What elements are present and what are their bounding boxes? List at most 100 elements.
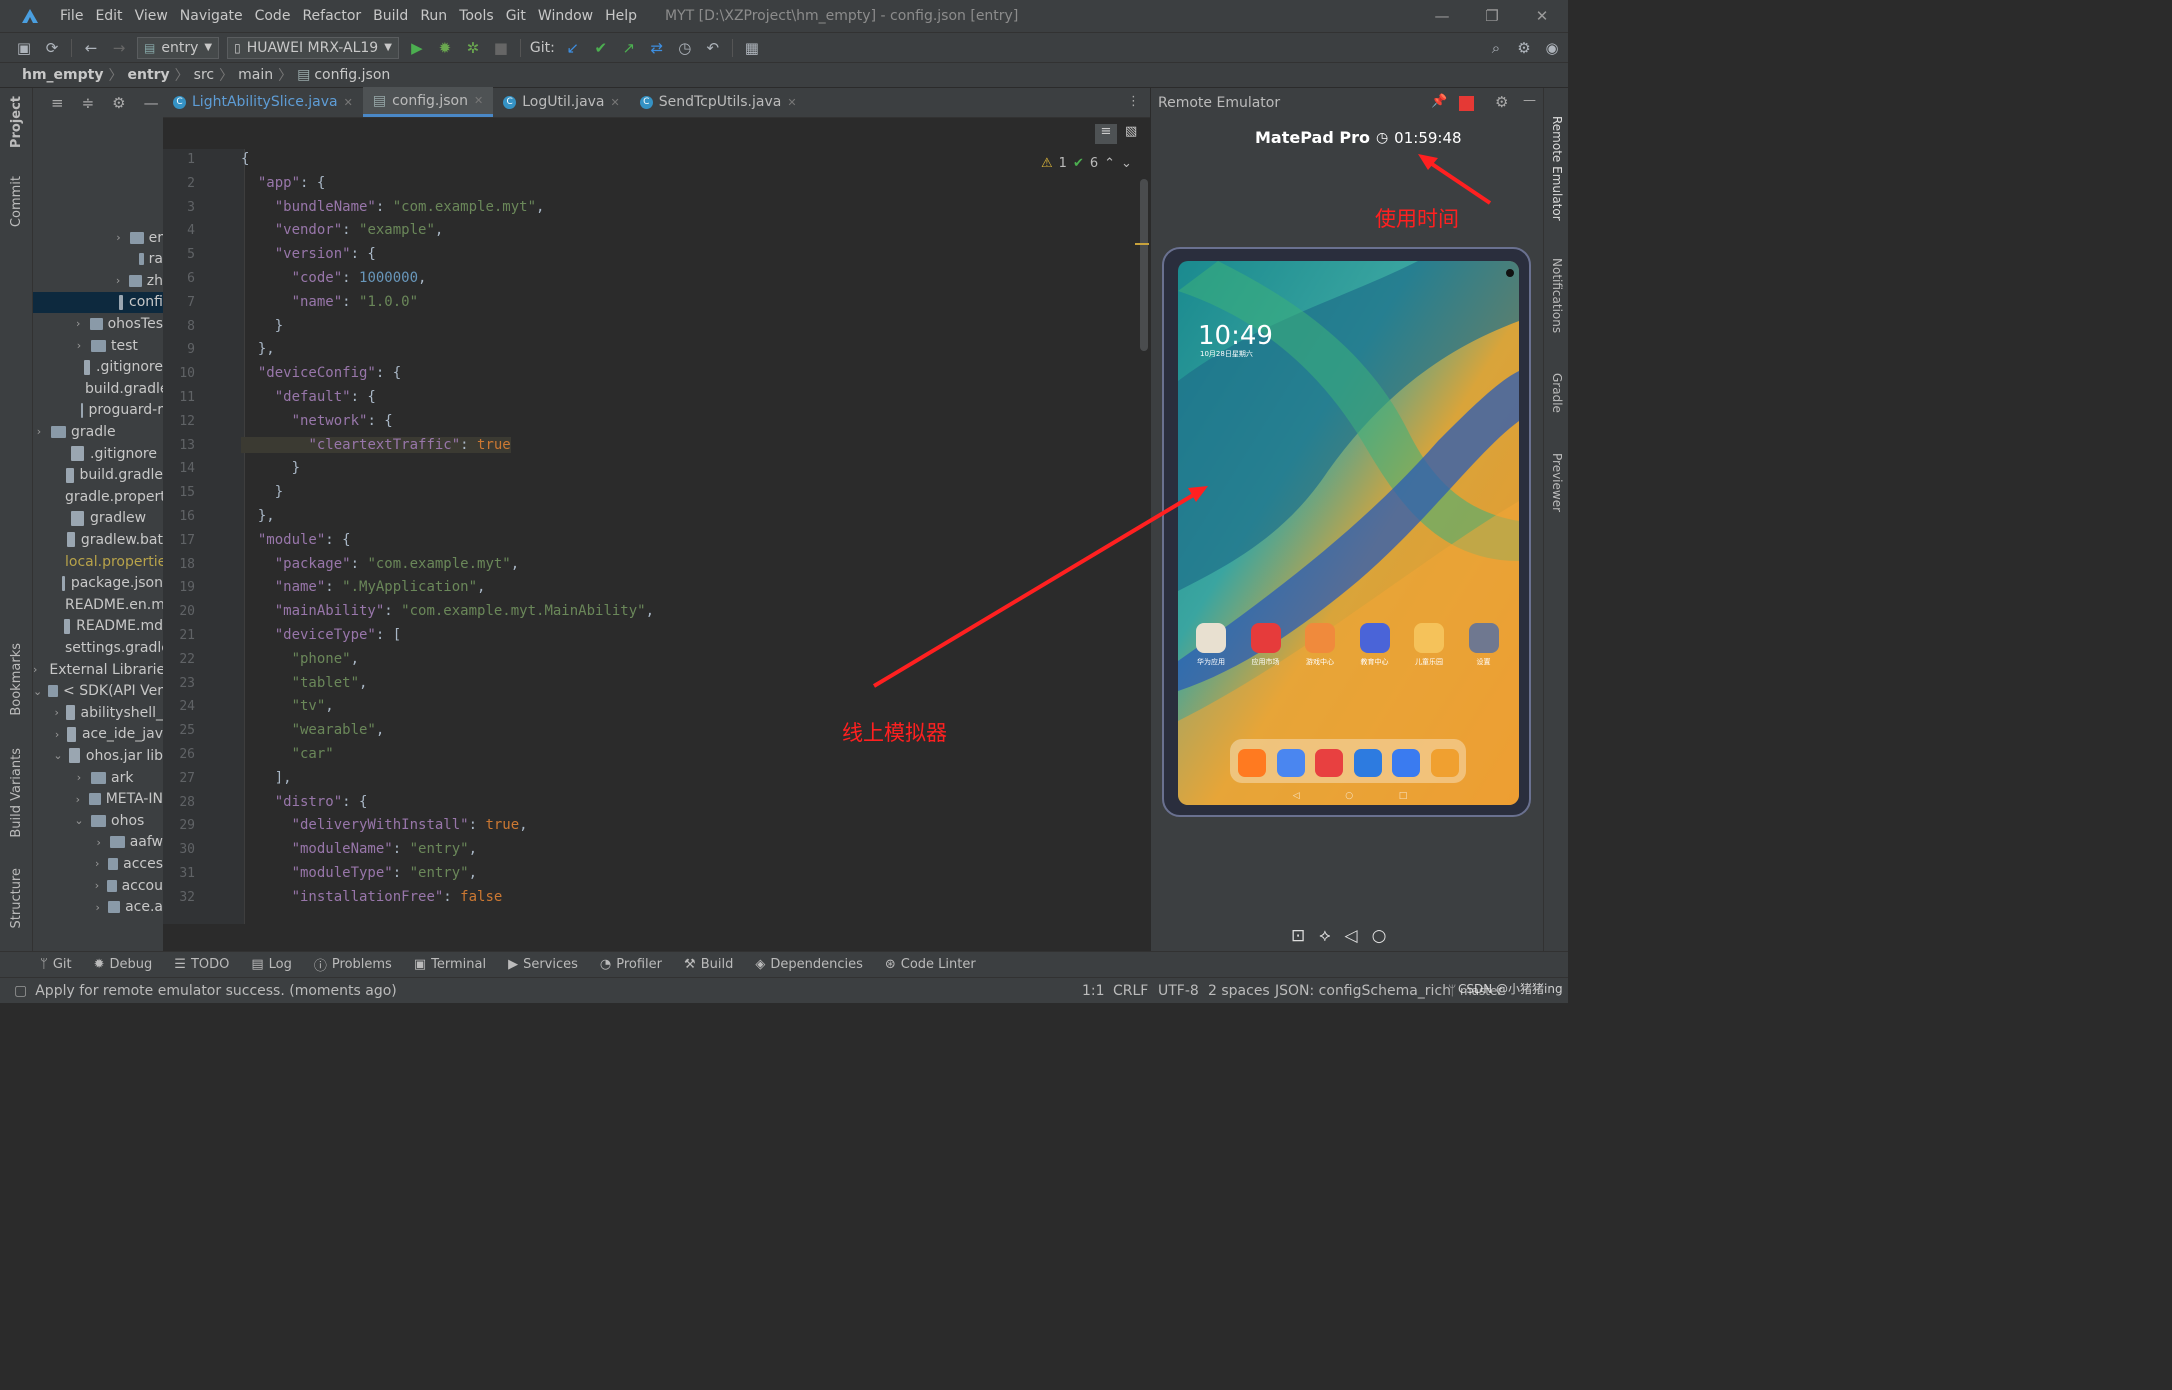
tree-item[interactable]: build.gradle (33, 465, 163, 486)
preview-view-icon[interactable]: ▧ (1125, 124, 1137, 139)
chevron-right-icon[interactable]: › (113, 274, 123, 287)
app-icon[interactable] (1359, 623, 1390, 653)
breadcrumb-module[interactable]: entry (127, 67, 169, 83)
tablet-screen[interactable]: 10:49 10月28日星期六 ◁ ○ □ 华为应用 应用市场 游戏中心 教育中心 儿童乐园… (1178, 261, 1519, 805)
tree-item[interactable]: build.gradle (33, 378, 163, 399)
sync-icon[interactable]: ⟳ (38, 36, 66, 60)
notifications-tool-tab[interactable]: Notifications (1550, 258, 1564, 333)
tree-item[interactable]: › META-IN (33, 789, 163, 810)
bookmarks-tool-tab[interactable]: Bookmarks (9, 643, 24, 716)
chevron-right-icon[interactable]: › (113, 231, 124, 244)
hide-panel-icon[interactable]: — (1523, 93, 1536, 108)
dock-app-icon[interactable] (1353, 749, 1382, 777)
debug-icon[interactable]: ✹ (431, 36, 459, 60)
pin-icon[interactable]: 📌 (1431, 94, 1447, 109)
warning-marker[interactable] (1135, 243, 1149, 245)
chevron-right-icon[interactable]: › (93, 836, 104, 849)
status-toggle-icon[interactable]: ▢ (14, 983, 27, 999)
profiler-tool-button[interactable]: ◔ Profiler (600, 957, 662, 972)
breadcrumb-main[interactable]: main (238, 67, 273, 83)
expand-all-icon[interactable]: ≑ (82, 94, 95, 112)
close-tab-icon[interactable]: ✕ (611, 96, 620, 109)
tree-item[interactable]: › External Libraries (33, 659, 163, 680)
tree-item[interactable]: › er (33, 227, 163, 248)
todo-tool-button[interactable]: ☰ TODO (174, 957, 229, 972)
tree-item[interactable]: ra (33, 249, 163, 270)
menu-build[interactable]: Build (367, 8, 414, 24)
screenshot-icon[interactable]: ⊡ (1291, 926, 1305, 946)
tree-item[interactable]: ⌄ < SDK(API Ver (33, 681, 163, 702)
stop-emulator-button[interactable] (1459, 96, 1474, 111)
tree-item[interactable]: › ark (33, 767, 163, 788)
nav-recent-icon[interactable]: □ (1399, 791, 1408, 801)
menu-window[interactable]: Window (532, 8, 599, 24)
attach-debugger-icon[interactable]: ✲ (459, 36, 487, 60)
json-schema[interactable]: JSON: configSchema_rich (1275, 983, 1451, 999)
restore-button[interactable]: ❐ (1468, 0, 1516, 32)
chevron-right-icon[interactable]: › (33, 663, 37, 676)
text-view-icon[interactable]: ≡ (1095, 124, 1117, 144)
close-tab-icon[interactable]: ✕ (344, 96, 353, 109)
chevron-right-icon[interactable]: › (73, 771, 85, 784)
tree-item[interactable]: ⌄ ohos.jar lib (33, 745, 163, 766)
gradle-tool-tab[interactable]: Gradle (1550, 373, 1564, 413)
back-triangle-icon[interactable]: ◁ (1345, 926, 1358, 946)
chevron-right-icon[interactable]: › (93, 857, 102, 870)
tree-item[interactable]: README.en.m (33, 594, 163, 615)
remote-emulator-tool-tab[interactable]: Remote Emulator (1550, 116, 1564, 221)
line-separator[interactable]: CRLF (1113, 983, 1148, 999)
debug-tool-button[interactable]: ✹ Debug (94, 957, 153, 972)
minimize-button[interactable]: — (1418, 0, 1466, 32)
save-all-icon[interactable]: ▣ (10, 36, 38, 60)
dock-app-icon[interactable] (1430, 749, 1459, 777)
close-tab-icon[interactable]: ✕ (474, 94, 483, 107)
chevron-right-icon[interactable]: ⌄ (53, 749, 63, 762)
collapse-all-icon[interactable]: ≡ (51, 94, 64, 112)
chevron-right-icon[interactable]: › (73, 339, 85, 352)
tree-item[interactable]: › abilityshell_ (33, 702, 163, 723)
menu-code[interactable]: Code (249, 8, 297, 24)
tree-item[interactable]: gradlew.bat (33, 529, 163, 550)
file-encoding[interactable]: UTF-8 (1158, 983, 1199, 999)
git-update-icon[interactable]: ↙ (559, 36, 587, 60)
chevron-right-icon[interactable]: › (93, 879, 101, 892)
log-tool-button[interactable]: ▤ Log (251, 957, 292, 972)
tree-item[interactable]: .gitignore (33, 443, 163, 464)
breadcrumb-file[interactable]: config.json (314, 67, 390, 83)
menu-view[interactable]: View (129, 8, 174, 24)
app-icon[interactable] (1305, 623, 1335, 653)
status-message[interactable]: Apply for remote emulator success. (mome… (35, 983, 397, 999)
close-window-button[interactable]: ✕ (1518, 0, 1566, 32)
git-tool-button[interactable]: ᛘ Git (40, 957, 72, 972)
tree-item[interactable]: › ohosTes (33, 313, 163, 334)
tree-item[interactable]: ⌄ ohos (33, 810, 163, 831)
search-icon[interactable]: ⌕ (1482, 36, 1510, 60)
tree-item[interactable]: local.propertie (33, 551, 163, 572)
tab-lightabilityslice[interactable]: C LightAbilitySlice.java ✕ (163, 87, 363, 117)
app-icon[interactable] (1250, 623, 1281, 653)
tree-item[interactable]: › ace.a (33, 897, 163, 918)
tree-item[interactable]: › gradle (33, 421, 163, 442)
previewer-tool-tab[interactable]: Previewer (1550, 453, 1564, 512)
project-structure-icon[interactable]: ▦ (738, 36, 766, 60)
tree-item[interactable]: confi (33, 291, 163, 313)
structure-tool-tab[interactable]: Structure (9, 868, 24, 928)
tree-item[interactable]: package.json (33, 573, 163, 594)
caret-position[interactable]: 1:1 (1082, 983, 1105, 999)
panel-settings-gear-icon[interactable]: ⚙ (112, 94, 125, 112)
tree-item[interactable]: gradle.propert (33, 486, 163, 507)
menu-refactor[interactable]: Refactor (296, 8, 367, 24)
dependencies-tool-button[interactable]: ◈ Dependencies (755, 957, 863, 972)
device-select[interactable]: ▯ HUAWEI MRX-AL19 ▼ (227, 36, 399, 59)
home-circle-icon[interactable]: ○ (1372, 926, 1387, 946)
chevron-right-icon[interactable]: ⌄ (73, 814, 85, 827)
tree-item[interactable]: › ace_ide_jav (33, 724, 163, 745)
tree-item[interactable]: › acces (33, 853, 163, 874)
nav-home-icon[interactable]: ○ (1345, 791, 1353, 801)
breadcrumb-project[interactable]: hm_empty (22, 67, 103, 83)
close-tab-icon[interactable]: ✕ (787, 96, 796, 109)
dock-app-icon[interactable] (1392, 749, 1420, 777)
account-icon[interactable]: ◉ (1538, 36, 1566, 60)
rotate-icon[interactable]: ⟡ (1319, 926, 1330, 946)
settings-gear-icon[interactable]: ⚙ (1510, 36, 1538, 60)
